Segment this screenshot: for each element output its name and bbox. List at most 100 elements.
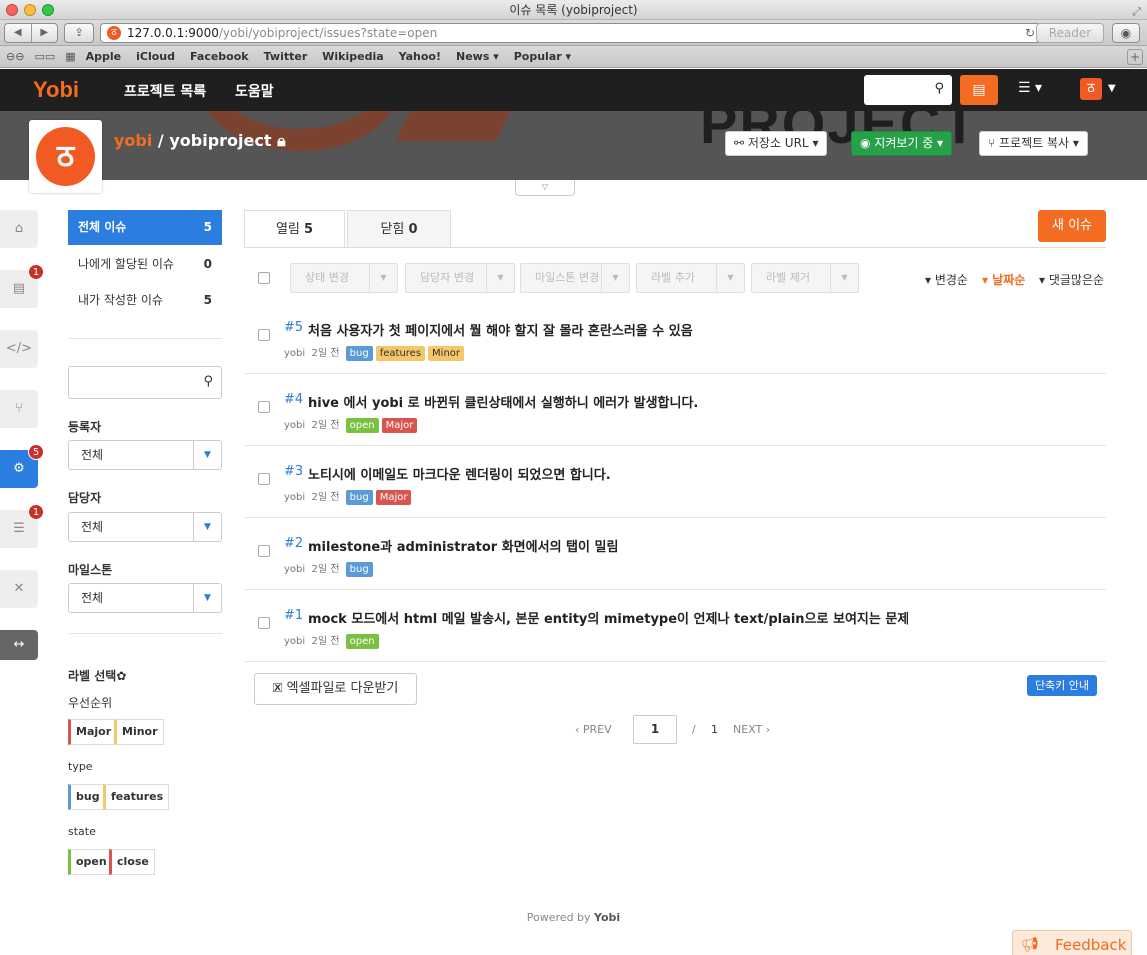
reload-icon[interactable]: ↻ [1025,24,1035,42]
issue-title[interactable]: 노티시에 이메일도 마크다운 렌더링이 되었으면 합니다. [308,464,611,483]
sort-updated[interactable]: ▾ 변경순 [925,271,968,288]
rail-expand-icon[interactable]: ↔ [0,630,38,660]
label-chip-features[interactable]: features [103,784,170,810]
issue-number[interactable]: #2 [284,536,303,551]
bookmark-item[interactable]: Wikipedia [322,50,383,63]
repo-url-button[interactable]: ⚯ 저장소 URL ▾ [725,131,828,156]
rail-pullrequest-icon[interactable]: ⑂ [0,390,38,428]
issue-tag[interactable]: bug [345,346,373,361]
bulk-change-assignee[interactable]: 담당자 변경 ▼ [405,263,515,293]
fork-button[interactable]: ⑂ 프로젝트 복사 ▾ [979,131,1088,156]
user-avatar[interactable]: ठ [1080,78,1102,100]
issue-tag[interactable]: bug [345,562,373,577]
bulk-remove-label[interactable]: 라벨 제거 ▼ [751,263,859,293]
label-chip-bug[interactable]: bug [68,784,106,810]
issue-number[interactable]: #5 [284,320,303,335]
zoom-window-button[interactable] [42,4,54,16]
label-chip-major[interactable]: Major [68,719,118,745]
issue-row[interactable]: #5 처음 사용자가 첫 페이지에서 뭘 해야 할지 잘 몰라 혼란스러울 수 … [244,302,1106,374]
issue-tag[interactable]: open [345,634,379,649]
nav-search-input[interactable]: ⚲ [864,75,952,105]
issue-inbox-icon[interactable]: ▤ [960,75,998,105]
bulk-add-label[interactable]: 라벨 추가 ▼ [636,263,745,293]
issue-checkbox[interactable] [258,401,270,413]
issue-author[interactable]: yobi [284,564,305,575]
issue-author[interactable]: yobi [284,348,305,359]
share-icon[interactable]: ⇪ [64,23,94,43]
shortcut-guide-button[interactable]: 단축키 안내 [1027,675,1097,696]
sort-date[interactable]: ▾ 날짜순 [982,271,1025,288]
pagination-next[interactable]: NEXT › [733,723,770,736]
select-all-checkbox[interactable] [258,272,270,284]
issue-checkbox[interactable] [258,545,270,557]
fullscreen-icon[interactable]: ⤢ [1132,2,1141,22]
address-bar[interactable]: ठ 127.0.0.1:9000/yobi/yobiproject/issues… [100,23,1042,43]
issue-author[interactable]: yobi [284,492,305,503]
downloads-icon[interactable]: ◉ [1112,23,1140,43]
label-chip-open[interactable]: open [68,849,113,875]
issue-title[interactable]: milestone과 administrator 화면에서의 탭이 밀림 [308,536,618,555]
search-icon[interactable]: ⚲ [203,374,213,389]
filter-milestone-select[interactable]: 전체 ▼ [68,583,222,613]
issue-checkbox[interactable] [258,329,270,341]
forward-icon[interactable]: ▶ [32,24,58,42]
search-icon[interactable]: ⚲ [934,81,944,96]
rail-home-icon[interactable]: ⌂ [0,210,38,248]
pagination-prev[interactable]: ‹ PREV [575,723,612,736]
issue-tag[interactable]: open [345,418,379,433]
gear-icon[interactable]: ✿ [116,669,126,683]
close-window-button[interactable] [6,4,18,16]
issue-checkbox[interactable] [258,617,270,629]
database-menu-icon[interactable]: ☰ ▾ [1018,80,1042,96]
page-number-input[interactable]: 1 [633,715,677,744]
issue-tag[interactable]: Major [375,490,412,505]
add-bookmark-icon[interactable]: + [1127,49,1143,65]
project-name-link[interactable]: yobiproject [169,131,271,150]
minimize-window-button[interactable] [24,4,36,16]
nav-project-list[interactable]: 프로젝트 목록 [124,81,206,101]
issue-row[interactable]: #4 hive 에서 yobi 로 바뀐뒤 클린상태에서 실행하니 에러가 발생… [244,374,1106,446]
bookmark-item[interactable]: Popular ▾ [514,50,571,63]
sidebar-assigned-to-me[interactable]: 나에게 할당된 이슈 0 [68,247,222,282]
sidebar-created-by-me[interactable]: 내가 작성한 이슈 5 [68,283,222,318]
issue-row[interactable]: #3 노티시에 이메일도 마크다운 렌더링이 되었으면 합니다. yobi 2일… [244,446,1106,518]
project-logo[interactable]: ठ [29,120,102,193]
issue-title[interactable]: mock 모드에서 html 메일 발송시, 본문 entity의 mimety… [308,608,908,627]
issue-title[interactable]: hive 에서 yobi 로 바뀐뒤 클린상태에서 실행하니 에러가 발생합니다… [308,392,698,411]
feedback-button[interactable]: 📢︎ Feedback [1012,930,1132,955]
new-issue-button[interactable]: 새 이슈 [1038,210,1106,242]
banner-collapse-toggle[interactable]: ▽ [515,180,575,196]
bookmark-item[interactable]: Twitter [264,50,308,63]
tab-closed[interactable]: 닫힘 0 [347,210,451,248]
bookmark-item[interactable]: Apple [86,50,122,63]
issue-number[interactable]: #4 [284,392,303,407]
bulk-change-state[interactable]: 상태 변경 ▼ [290,263,398,293]
watching-button[interactable]: ◉ 지켜보기 중 ▾ [851,131,953,156]
label-chip-close[interactable]: close [109,849,155,875]
issue-number[interactable]: #1 [284,608,303,623]
bookmark-item[interactable]: iCloud [136,50,175,63]
back-icon[interactable]: ◀ [5,24,32,42]
issue-number[interactable]: #3 [284,464,303,479]
sidebar-search-input[interactable]: ⚲ [68,366,222,399]
top-sites-icon[interactable]: ▦ [65,50,75,63]
bulk-change-milestone[interactable]: 마일스톤 변경 ▼ [520,263,630,293]
bookmark-item[interactable]: Facebook [190,50,249,63]
excel-download-button[interactable]: 🗷 엑셀파일로 다운받기 [254,673,417,705]
reader-button[interactable]: Reader [1036,23,1104,43]
rail-settings-icon[interactable]: ✕ [0,570,38,608]
bookmark-item[interactable]: News ▾ [456,50,499,63]
tab-open[interactable]: 열림 5 [244,210,345,248]
project-owner-link[interactable]: yobi [114,131,152,150]
issue-author[interactable]: yobi [284,420,305,431]
rail-code-icon[interactable]: </> [0,330,38,368]
issue-tag[interactable]: bug [345,490,373,505]
issue-title[interactable]: 처음 사용자가 첫 페이지에서 뭘 해야 할지 잘 몰라 혼란스러울 수 있음 [308,320,693,339]
label-chip-minor[interactable]: Minor [114,719,164,745]
user-menu-caret-icon[interactable]: ▼ [1108,83,1116,94]
issue-tag[interactable]: features [375,346,426,361]
issue-tag[interactable]: Minor [428,346,465,361]
issue-row[interactable]: #2 milestone과 administrator 화면에서의 탭이 밀림 … [244,518,1106,590]
nav-help[interactable]: 도움말 [235,81,274,101]
app-logo[interactable]: Yobi [33,77,79,103]
